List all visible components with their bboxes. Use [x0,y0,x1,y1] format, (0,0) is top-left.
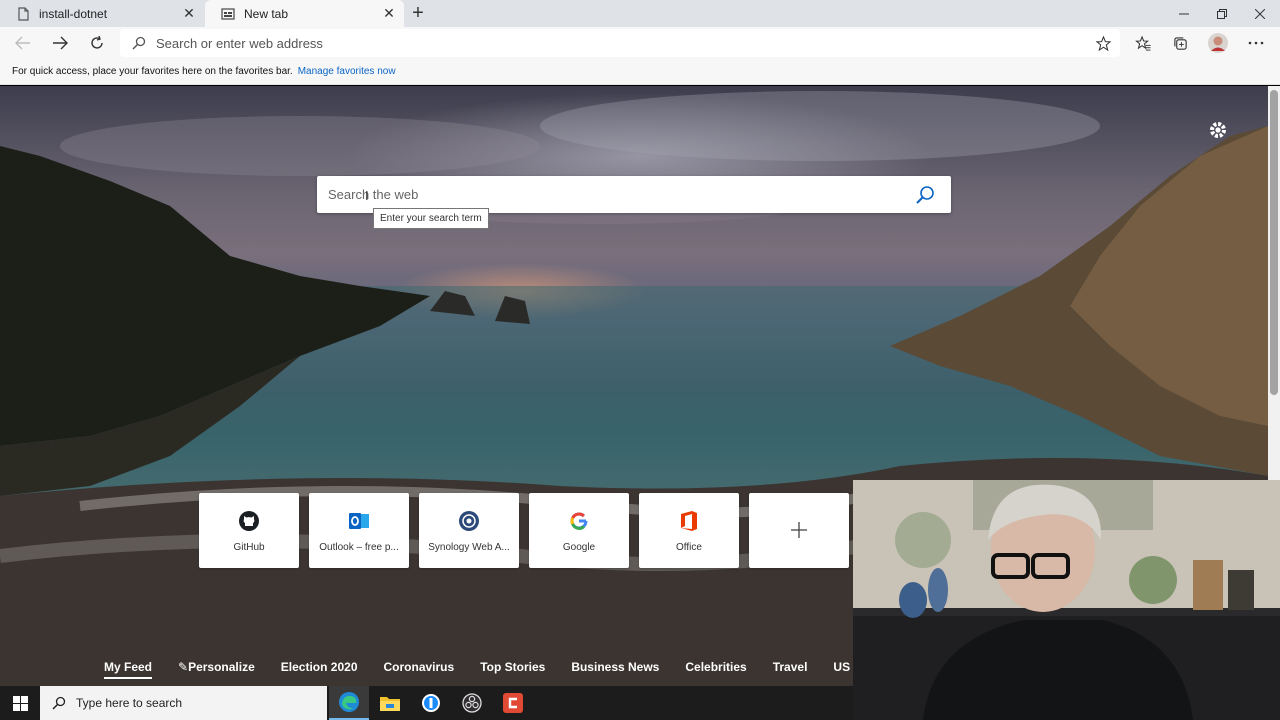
start-button[interactable] [0,686,40,720]
manage-favorites-link[interactable]: Manage favorites now [298,66,396,77]
close-window-button[interactable] [1241,0,1279,27]
tab-new-tab[interactable]: New tab ✕ [205,0,404,27]
taskbar-app-file-explorer[interactable] [370,686,410,720]
favorites-bar-message: For quick access, place your favorites h… [12,66,293,77]
collections-icon [1173,36,1187,50]
more-icon [1248,41,1264,45]
quick-link-synology[interactable]: Synology Web A... [419,493,519,568]
webcam-overlay [853,480,1280,720]
file-explorer-icon [380,697,400,711]
taskbar-app-1password[interactable] [411,686,451,720]
news-tab-top-stories[interactable]: Top Stories [480,660,545,674]
minimize-icon [1179,13,1189,14]
news-navigation: My Feed ✎Personalize Election 2020 Coron… [0,648,885,686]
camtasia-icon [503,693,523,713]
gear-icon [1210,122,1226,138]
close-tab-icon[interactable]: ✕ [382,6,396,20]
search-tooltip: Enter your search term [373,208,489,229]
address-bar[interactable] [120,29,1120,57]
1password-icon [422,694,440,712]
quick-link-google[interactable]: Google [529,493,629,568]
search-icon [916,186,934,204]
quick-link-label: Google [562,542,596,553]
quick-link-github[interactable]: GitHub [199,493,299,568]
profile-button[interactable] [1207,32,1229,54]
office-icon [678,510,700,532]
outlook-icon [348,510,370,532]
taskbar-search-box[interactable] [40,686,327,720]
back-arrow-icon [15,36,30,50]
back-button[interactable] [11,32,35,54]
star-outline-icon [1095,35,1111,51]
synology-icon [458,510,480,532]
restore-button[interactable] [1203,0,1241,27]
refresh-icon [91,35,103,49]
page-settings-button[interactable] [1208,120,1228,140]
favorites-bar: For quick access, place your favorites h… [0,59,1280,85]
scrollbar-thumb[interactable] [1270,90,1278,395]
taskbar-app-edge[interactable] [329,686,369,720]
taskbar-app-camtasia[interactable] [493,686,533,720]
news-tab-celebrities[interactable]: Celebrities [685,660,746,674]
tab-strip: install-dotnet ✕ New tab ✕ + [0,0,1280,27]
taskbar-search-input[interactable] [76,696,306,710]
document-icon [18,6,29,21]
github-icon [238,510,260,532]
quick-link-label: GitHub [233,542,265,553]
obs-icon [462,693,482,713]
collections-button[interactable] [1169,32,1191,54]
tab-label: New tab [244,6,289,21]
news-tab-my-feed[interactable]: My Feed [104,660,153,679]
edge-icon [339,692,359,712]
address-input[interactable] [156,29,1056,57]
news-tab-personalize[interactable]: ✎Personalize [178,660,255,674]
quick-link-outlook[interactable]: Outlook – free p... [309,493,409,568]
close-tab-icon[interactable]: ✕ [182,6,196,20]
avatar [1208,33,1228,53]
quick-link-label: Synology Web A... [428,542,510,553]
news-tab-label: Personalize [188,660,255,674]
news-tab-business-news[interactable]: Business News [571,660,659,674]
quick-link-office[interactable]: Office [639,493,739,568]
taskbar-app-obs[interactable] [452,686,492,720]
news-tab-coronavirus[interactable]: Coronavirus [384,660,455,674]
add-favorite-button[interactable] [1092,32,1114,54]
quick-link-label: Office [676,542,702,553]
google-icon [568,510,590,532]
news-tab-travel[interactable]: Travel [773,660,808,674]
text-cursor-icon: I [365,188,369,203]
pencil-icon: ✎ [178,660,189,674]
favorites-list-icon [1135,35,1151,51]
settings-menu-button[interactable] [1245,32,1267,54]
favorites-button[interactable] [1132,32,1154,54]
web-search-button[interactable] [915,185,935,205]
forward-arrow-icon [53,36,68,50]
windows-taskbar [0,686,853,720]
tab-install-dotnet[interactable]: install-dotnet ✕ [0,0,204,27]
new-tab-page-icon [221,7,235,20]
add-quick-link-button[interactable] [749,493,849,568]
webcam-image [853,480,1280,720]
new-tab-button[interactable]: + [408,3,428,24]
forward-button[interactable] [48,32,72,54]
tab-label: install-dotnet [39,6,108,21]
search-icon [132,36,146,50]
news-tab-election-2020[interactable]: Election 2020 [281,660,358,674]
add-icon [788,519,810,541]
minimize-button[interactable] [1165,0,1203,27]
browser-toolbar [0,27,1280,59]
quick-link-label: Outlook – free p... [319,542,399,553]
search-icon [52,696,66,710]
close-icon [1255,8,1265,19]
restore-icon [1217,8,1227,19]
windows-logo-icon [12,695,28,711]
refresh-button[interactable] [85,32,109,54]
